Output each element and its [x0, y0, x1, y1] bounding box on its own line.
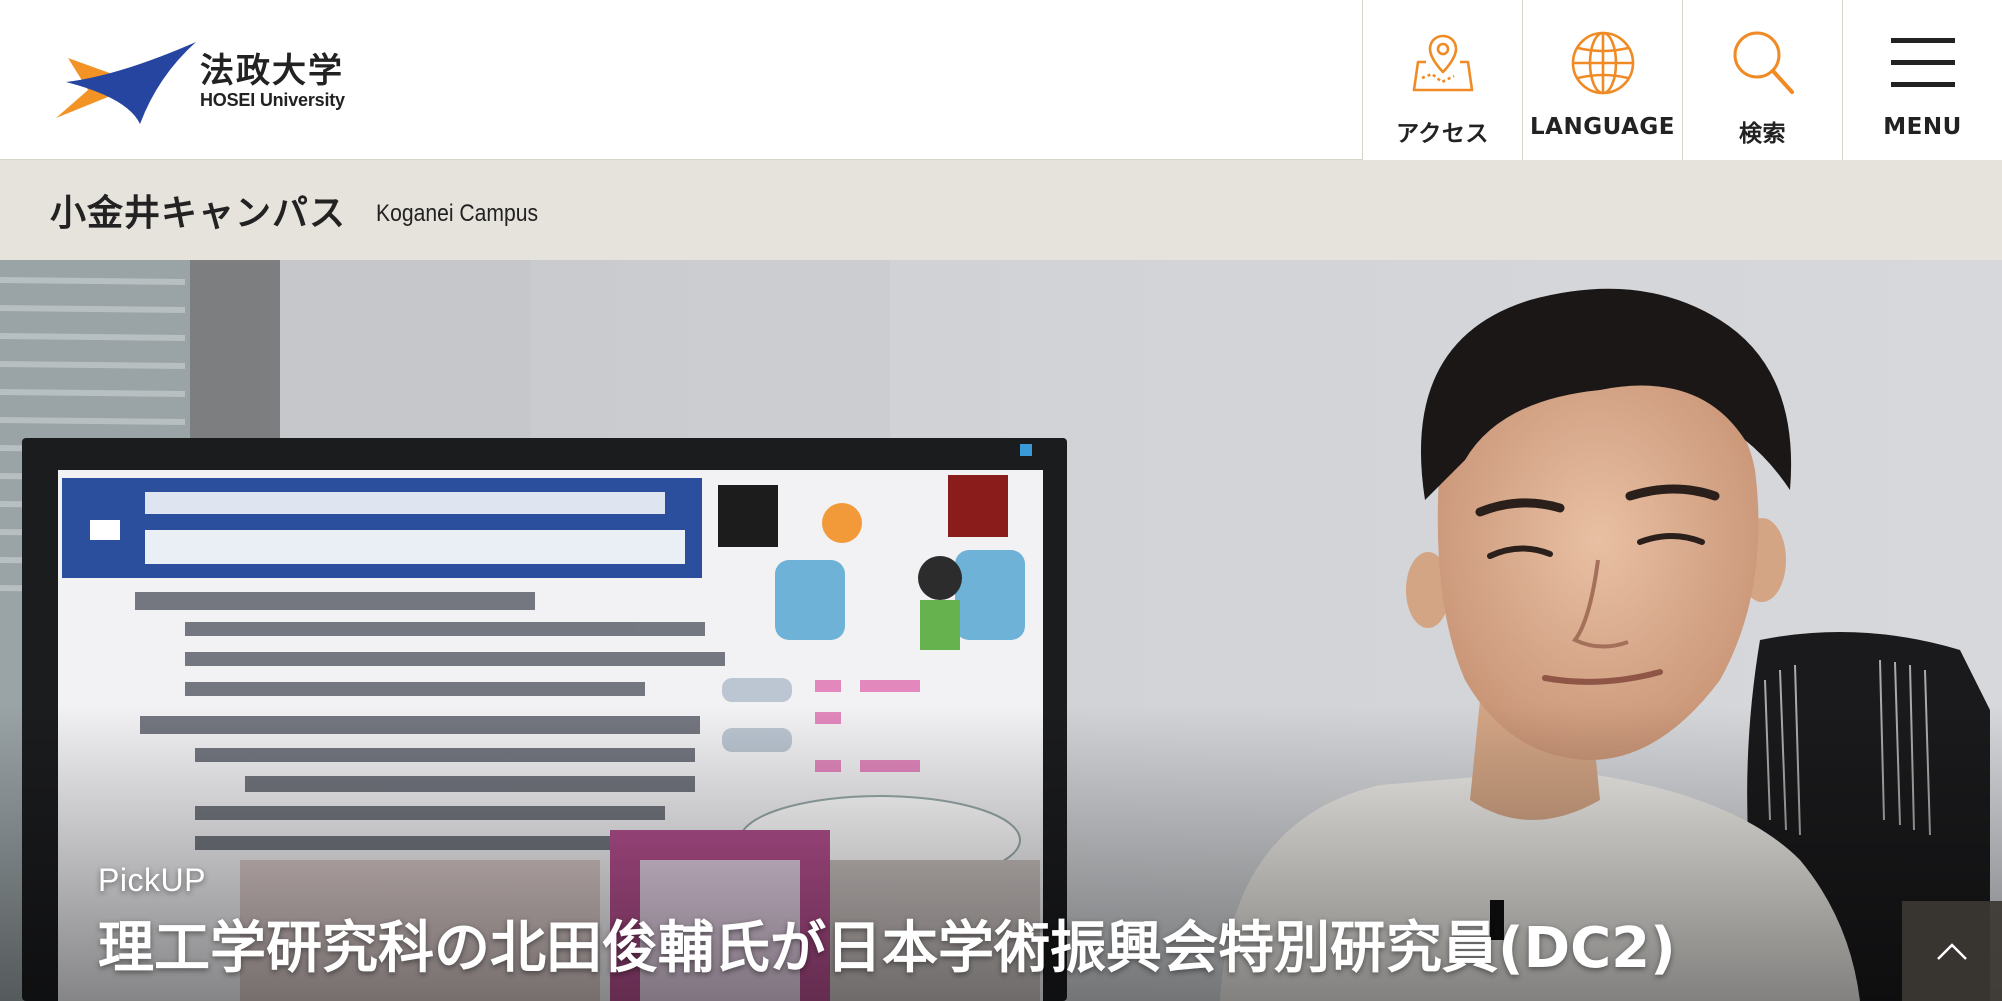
map-pin-icon [1412, 34, 1473, 92]
campus-name-en: Koganei Campus [376, 200, 539, 227]
logo-name-en: HOSEI University [200, 90, 345, 110]
nav-access-button[interactable]: アクセス [1362, 0, 1522, 160]
campus-bar: 小金井キャンパス Koganei Campus [0, 160, 2002, 260]
scroll-top-button[interactable] [1902, 901, 2002, 1001]
nav-language-button[interactable]: LANGUAGE [1522, 0, 1682, 160]
hosei-logo-mark [56, 42, 196, 124]
nav-search-label: 検索 [1739, 121, 1786, 147]
logo-name-jp: 法政大学 [200, 51, 344, 91]
nav-menu-label: MENU [1883, 114, 1962, 140]
site-header: 法政大学 HOSEI University アクセス LANGUAGE 検索 M… [0, 0, 2002, 160]
hero-title[interactable]: 理工学研究科の北田俊輔氏が日本学術振興会特別研究員(DC2) [98, 903, 1676, 984]
nav-access-label: アクセス [1396, 121, 1489, 147]
hero-pickup[interactable]: PickUP 理工学研究科の北田俊輔氏が日本学術振興会特別研究員(DC2) [0, 260, 2002, 1001]
chevron-up-icon [1937, 943, 1967, 960]
nav-language-label: LANGUAGE [1530, 114, 1675, 140]
hosei-logo-link[interactable]: 法政大学 HOSEI University [48, 36, 368, 126]
campus-name-jp: 小金井キャンパス [50, 193, 347, 234]
nav-menu-button[interactable]: MENU [1842, 0, 2002, 160]
nav-search-button[interactable]: 検索 [1682, 0, 1842, 160]
hamburger-menu-icon [1890, 38, 1955, 87]
logo-wordmark: 法政大学 HOSEI University [200, 52, 345, 110]
hero-tag: PickUP [98, 862, 206, 898]
hero-caption[interactable]: PickUP 理工学研究科の北田俊輔氏が日本学術振興会特別研究員(DC2) [98, 862, 1676, 984]
search-icon [1733, 31, 1794, 94]
header-nav: アクセス LANGUAGE 検索 MENU [1362, 0, 2002, 160]
globe-icon [1571, 31, 1634, 95]
